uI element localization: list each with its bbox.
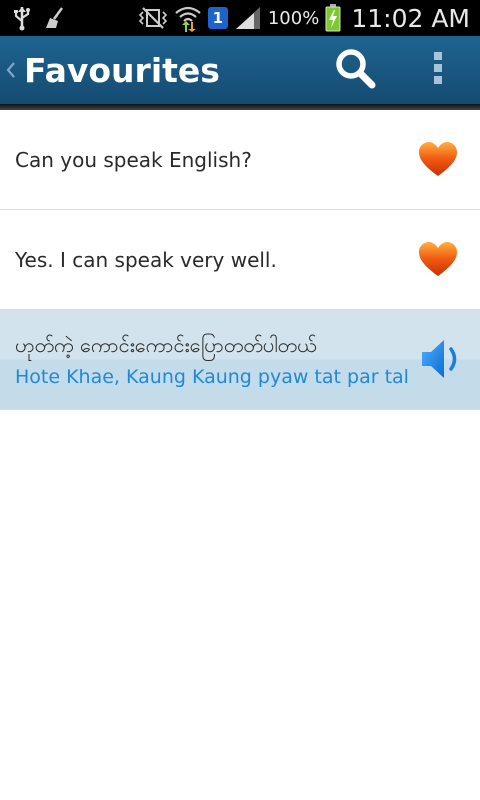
heart-icon[interactable] [418,240,458,280]
phrase-text: Yes. I can speak very well. [15,247,277,272]
up-caret-icon[interactable] [0,36,22,104]
myanmar-translation: ဟုတ်ကဲ့ ကောင်းကောင်းပြောတတ်ပါတယ် [15,332,317,357]
vibrate-mute-icon [138,6,168,30]
clock: 11:02 AM [351,3,470,33]
wifi-icon [174,4,202,32]
usb-icon [12,5,32,31]
battery-percent: 100% [267,7,320,29]
translation-row[interactable]: ဟုတ်ကဲ့ ကောင်းကောင်းပြောတတ်ပါတယ် Hote Kh… [0,310,480,410]
phrase-text: Can you speak English? [15,147,252,172]
romanization-text: Hote Khae, Kaung Kaung pyaw tat par tal [15,365,409,388]
page-title[interactable]: Favourites [24,51,220,90]
status-bar: 1 100% 11:02 AM [0,0,480,36]
overflow-menu-button[interactable] [418,36,458,104]
broom-icon [42,6,66,30]
search-icon [333,46,377,94]
action-bar: Favourites [0,36,480,104]
search-button[interactable] [326,36,384,104]
list-item[interactable]: Yes. I can speak very well. [0,210,480,310]
favourites-list: Can you speak English? Yes. I can speak … [0,110,480,410]
speaker-icon[interactable] [420,337,464,381]
heart-icon[interactable] [418,140,458,180]
battery-charging-icon [325,4,341,32]
overflow-menu-icon [433,51,443,89]
signal-icon [234,5,262,31]
notification-badge-icon: 1 [207,7,228,29]
list-item[interactable]: Can you speak English? [0,110,480,210]
